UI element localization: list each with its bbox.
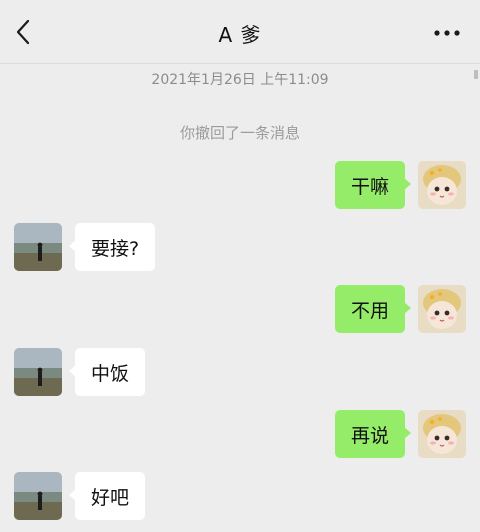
self-avatar[interactable] — [418, 410, 466, 458]
incoming-bubble[interactable]: 要接? — [69, 223, 155, 271]
message-row: 再说 — [0, 410, 480, 460]
self-avatar[interactable] — [418, 285, 466, 333]
message-row: 好吧 — [0, 472, 480, 522]
contact-avatar[interactable] — [14, 472, 62, 520]
outgoing-bubble[interactable]: 干嘛 — [335, 161, 411, 209]
more-dots-icon[interactable] — [432, 22, 462, 44]
message-row: 干嘛 — [0, 161, 480, 211]
incoming-bubble[interactable]: 好吧 — [69, 472, 145, 520]
message-row: 不用 — [0, 285, 480, 335]
chat-title: A 爹 — [218, 23, 262, 47]
message-row: 要接? — [0, 223, 480, 273]
recall-notice: 你撤回了一条消息 — [179, 124, 300, 142]
outgoing-bubble[interactable]: 再说 — [335, 410, 411, 458]
message-row: 中饭 — [0, 348, 480, 398]
contact-avatar[interactable] — [14, 348, 62, 396]
chat-header: A 爹 — [0, 0, 480, 64]
contact-avatar[interactable] — [14, 223, 62, 271]
message-timestamp: 2021年1月26日 上午11:09 — [151, 72, 329, 88]
outgoing-bubble[interactable]: 不用 — [335, 285, 411, 333]
self-avatar[interactable] — [418, 161, 466, 209]
incoming-bubble[interactable]: 中饭 — [69, 348, 145, 396]
